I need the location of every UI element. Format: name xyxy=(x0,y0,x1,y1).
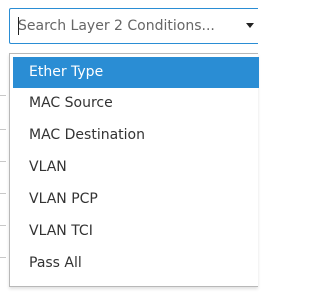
caret-down-icon[interactable] xyxy=(246,23,254,28)
option-vlan-pcp[interactable]: VLAN PCP xyxy=(13,184,259,215)
option-mac-source[interactable]: MAC Source xyxy=(13,88,259,119)
background-divider xyxy=(0,95,6,96)
background-divider xyxy=(0,129,6,130)
dropdown-list: Ether Type MAC Source MAC Destination VL… xyxy=(9,53,259,287)
option-pass-all[interactable]: Pass All xyxy=(13,248,259,279)
background-divider xyxy=(0,161,6,162)
option-mac-destination[interactable]: MAC Destination xyxy=(13,120,259,151)
text-cursor xyxy=(18,17,19,35)
background-divider xyxy=(0,225,6,226)
search-select[interactable] xyxy=(9,8,258,44)
option-vlan[interactable]: VLAN xyxy=(13,152,259,183)
background-divider xyxy=(0,193,6,194)
option-vlan-tci[interactable]: VLAN TCI xyxy=(13,216,259,247)
search-input[interactable] xyxy=(10,9,236,43)
option-ether-type[interactable]: Ether Type xyxy=(13,57,259,88)
background-divider xyxy=(0,257,6,258)
